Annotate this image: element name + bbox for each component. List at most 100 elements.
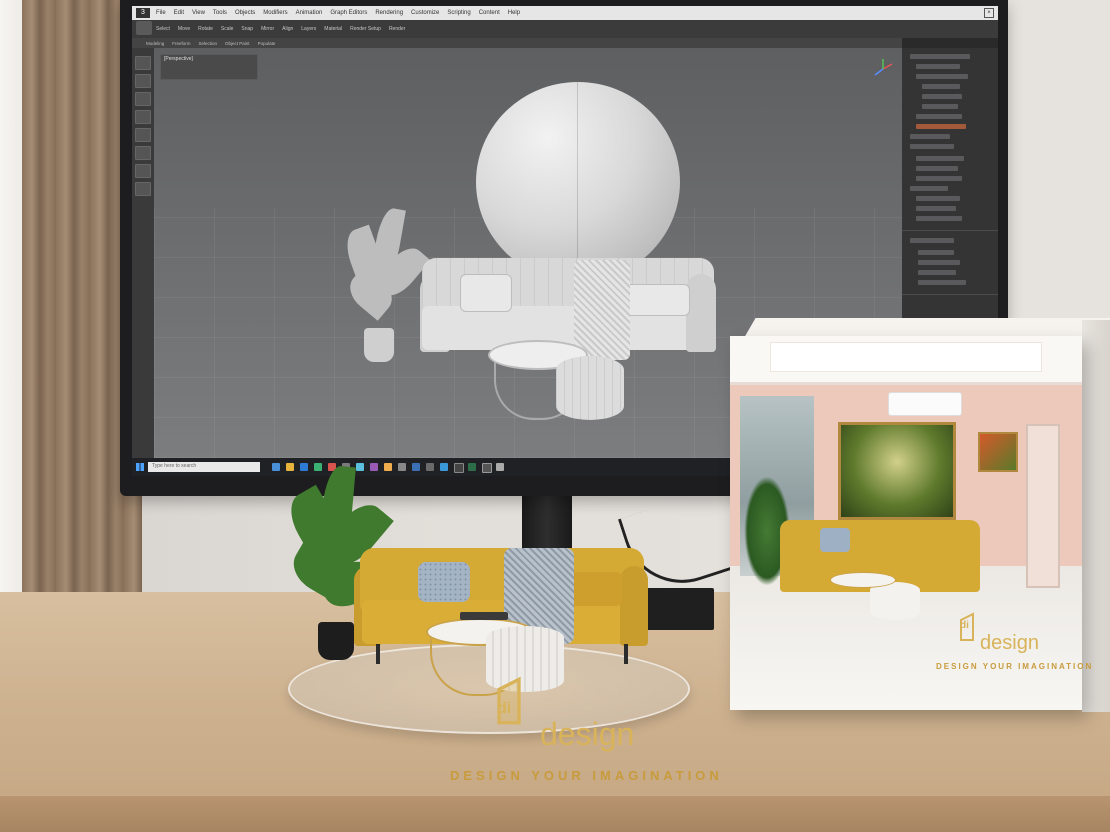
toolbar-logo-icon[interactable] — [136, 21, 152, 35]
left-tool-strip — [132, 48, 154, 458]
tool-rotate[interactable]: Rotate — [198, 26, 213, 32]
explorer-row[interactable] — [916, 196, 960, 201]
explorer-row[interactable] — [916, 156, 964, 161]
explorer-row[interactable] — [918, 260, 960, 265]
explorer-row[interactable] — [922, 104, 958, 109]
decor-tray — [460, 612, 508, 620]
tool-move[interactable]: Move — [178, 26, 190, 32]
window-close-icon[interactable]: × — [984, 8, 994, 18]
explorer-row[interactable] — [916, 216, 962, 221]
photo-scene: File Edit View Tools Objects Modifiers A… — [0, 0, 1110, 832]
menu-item-graph-editors[interactable]: Graph Editors — [330, 10, 367, 16]
explorer-row[interactable] — [916, 206, 956, 211]
select-tool-icon[interactable] — [135, 56, 151, 70]
app-icon[interactable] — [398, 463, 406, 471]
explorer-row[interactable] — [910, 54, 970, 59]
explorer-row[interactable] — [916, 176, 962, 181]
explorer-row[interactable] — [922, 94, 962, 99]
menu-item-modifiers[interactable]: Modifiers — [263, 10, 287, 16]
tool-align[interactable]: Align — [282, 26, 293, 32]
viewport-label[interactable]: [Perspective] — [164, 56, 193, 62]
ribbon-tab-modeling[interactable]: Modeling — [146, 41, 164, 46]
box-top — [744, 318, 1110, 338]
explorer-row[interactable] — [916, 74, 968, 79]
explorer-row[interactable] — [916, 64, 960, 69]
menu-item-scripting[interactable]: Scripting — [447, 10, 470, 16]
explorer-row[interactable] — [918, 280, 966, 285]
tool-select[interactable]: Select — [156, 26, 170, 32]
rotate-tool-icon[interactable] — [135, 92, 151, 106]
tool-layers[interactable]: Layers — [301, 26, 316, 32]
folder-icon[interactable] — [286, 463, 294, 471]
windows-start-icon[interactable] — [136, 463, 144, 471]
ribbon-tab-object-paint[interactable]: Object Paint — [225, 41, 250, 46]
tool-material[interactable]: Material — [324, 26, 342, 32]
render-ceiling-cove — [770, 342, 1042, 372]
model-plant-pot — [364, 328, 394, 362]
tool-snap[interactable]: Snap — [241, 26, 253, 32]
menu-item-customize[interactable]: Customize — [411, 10, 439, 16]
task-view-icon[interactable] — [272, 463, 280, 471]
explorer-row[interactable] — [910, 144, 954, 149]
app-icon[interactable] — [370, 463, 378, 471]
paint-tool-icon[interactable] — [135, 182, 151, 196]
box-tagline: DESIGN YOUR IMAGINATION — [936, 662, 1094, 671]
render-painting — [838, 422, 956, 520]
app-icon[interactable] — [468, 463, 476, 471]
app-menubar: File Edit View Tools Objects Modifiers A… — [132, 6, 998, 20]
tool-mirror[interactable]: Mirror — [261, 26, 274, 32]
panel-divider — [902, 294, 998, 295]
explorer-row[interactable] — [918, 270, 956, 275]
app-icon[interactable] — [426, 463, 434, 471]
main-toolbar: Select Move Rotate Scale Snap Mirror Ali… — [132, 20, 998, 38]
menu-item-content[interactable]: Content — [479, 10, 500, 16]
menu-item-view[interactable]: View — [192, 10, 205, 16]
menu-item-help[interactable]: Help — [508, 10, 520, 16]
app-icon[interactable] — [440, 463, 448, 471]
link-tool-icon[interactable] — [135, 128, 151, 142]
scale-tool-icon[interactable] — [135, 110, 151, 124]
tool-render[interactable]: Render — [389, 26, 405, 32]
menu-item-objects[interactable]: Objects — [235, 10, 255, 16]
explorer-row[interactable] — [910, 186, 948, 191]
menu-item-rendering[interactable]: Rendering — [375, 10, 403, 16]
menu-item-animation[interactable]: Animation — [296, 10, 323, 16]
render-table — [830, 572, 896, 588]
backdrop-sphere — [476, 82, 680, 282]
app-icon[interactable] — [384, 463, 392, 471]
explorer-row[interactable] — [918, 250, 954, 255]
menu-item-file[interactable]: File — [156, 10, 166, 16]
axis-gizmo-icon[interactable] — [872, 58, 894, 80]
light-tool-icon[interactable] — [135, 164, 151, 178]
taskbar-search-placeholder: Type here to search — [152, 463, 197, 469]
tool-scale[interactable]: Scale — [221, 26, 234, 32]
explorer-row-selected[interactable] — [916, 124, 966, 129]
ribbon-tab-freeform[interactable]: Freeform — [172, 41, 190, 46]
explorer-row[interactable] — [910, 134, 950, 139]
menu-item-tools[interactable]: Tools — [213, 10, 227, 16]
app-logo-icon[interactable]: 3 — [136, 8, 150, 18]
explorer-row[interactable] — [916, 166, 958, 171]
render-door — [1026, 424, 1060, 588]
tool-render-setup[interactable]: Render Setup — [350, 26, 381, 32]
patterned-pillow — [418, 562, 470, 602]
explorer-row[interactable] — [922, 84, 960, 89]
camera-tool-icon[interactable] — [135, 146, 151, 160]
brand-name: design — [540, 716, 635, 752]
move-tool-icon[interactable] — [135, 74, 151, 88]
3d-app-icon[interactable] — [454, 463, 464, 473]
explorer-row[interactable] — [916, 114, 962, 119]
ribbon-tab-selection[interactable]: Selection — [199, 41, 218, 46]
sofa-leg — [376, 644, 380, 664]
model-pouf — [556, 356, 624, 420]
menu-item-edit[interactable]: Edit — [174, 10, 184, 16]
app-icon[interactable] — [482, 463, 492, 473]
browser-icon[interactable] — [300, 463, 308, 471]
app-icon[interactable] — [314, 463, 322, 471]
ribbon-tab-populate[interactable]: Populate — [258, 41, 276, 46]
explorer-row[interactable] — [910, 238, 954, 243]
render-pillow — [820, 528, 850, 552]
app-icon[interactable] — [356, 463, 364, 471]
app-icon[interactable] — [496, 463, 504, 471]
app-icon[interactable] — [412, 463, 420, 471]
